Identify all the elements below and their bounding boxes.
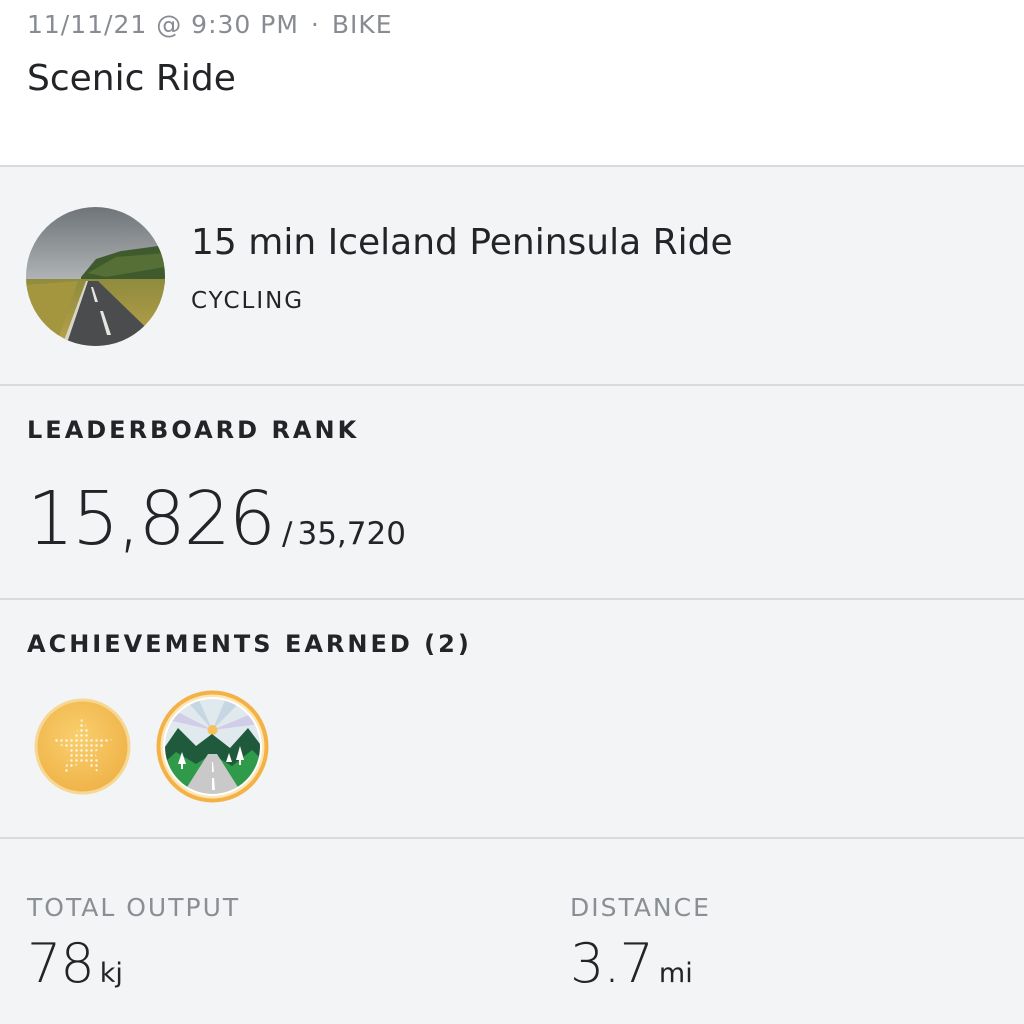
workout-date-time: 11/11/21 @ 9:30 PM <box>27 10 299 39</box>
gold-star-badge-icon[interactable] <box>34 698 131 795</box>
section-divider <box>0 598 1024 600</box>
achievements-label: ACHIEVEMENTS EARNED (2) <box>27 630 472 658</box>
scenic-road-badge-icon[interactable] <box>156 690 269 803</box>
leaderboard-rank-label: LEADERBOARD RANK <box>27 416 360 444</box>
total-output-label: TOTAL OUTPUT <box>27 893 241 922</box>
meta-separator: · <box>310 10 320 39</box>
rank-separator: / <box>281 516 293 552</box>
total-output-unit: kj <box>99 958 123 989</box>
leaderboard-rank: 15,826/ 35,720 <box>27 476 406 562</box>
section-divider <box>0 837 1024 839</box>
rank-value: 15,826 <box>27 476 276 562</box>
workout-meta: 11/11/21 @ 9:30 PM · BIKE <box>27 10 393 39</box>
distance-label: DISTANCE <box>570 893 711 922</box>
total-output-value: 78 kj <box>27 932 123 995</box>
workout-title: Scenic Ride <box>27 58 236 99</box>
section-divider <box>0 384 1024 386</box>
iceland-road-photo-icon <box>26 207 165 346</box>
distance-unit: mi <box>658 958 693 989</box>
distance-number: 3.7 <box>570 932 654 995</box>
class-type: CYCLING <box>191 288 305 314</box>
class-thumbnail[interactable] <box>26 207 165 346</box>
workout-discipline: BIKE <box>331 10 393 39</box>
workout-header: 11/11/21 @ 9:30 PM · BIKE Scenic Ride <box>0 0 1024 167</box>
rank-total: 35,720 <box>297 516 406 552</box>
class-title[interactable]: 15 min Iceland Peninsula Ride <box>191 222 733 263</box>
total-output-number: 78 <box>27 932 95 995</box>
distance-value: 3.7 mi <box>570 932 693 995</box>
